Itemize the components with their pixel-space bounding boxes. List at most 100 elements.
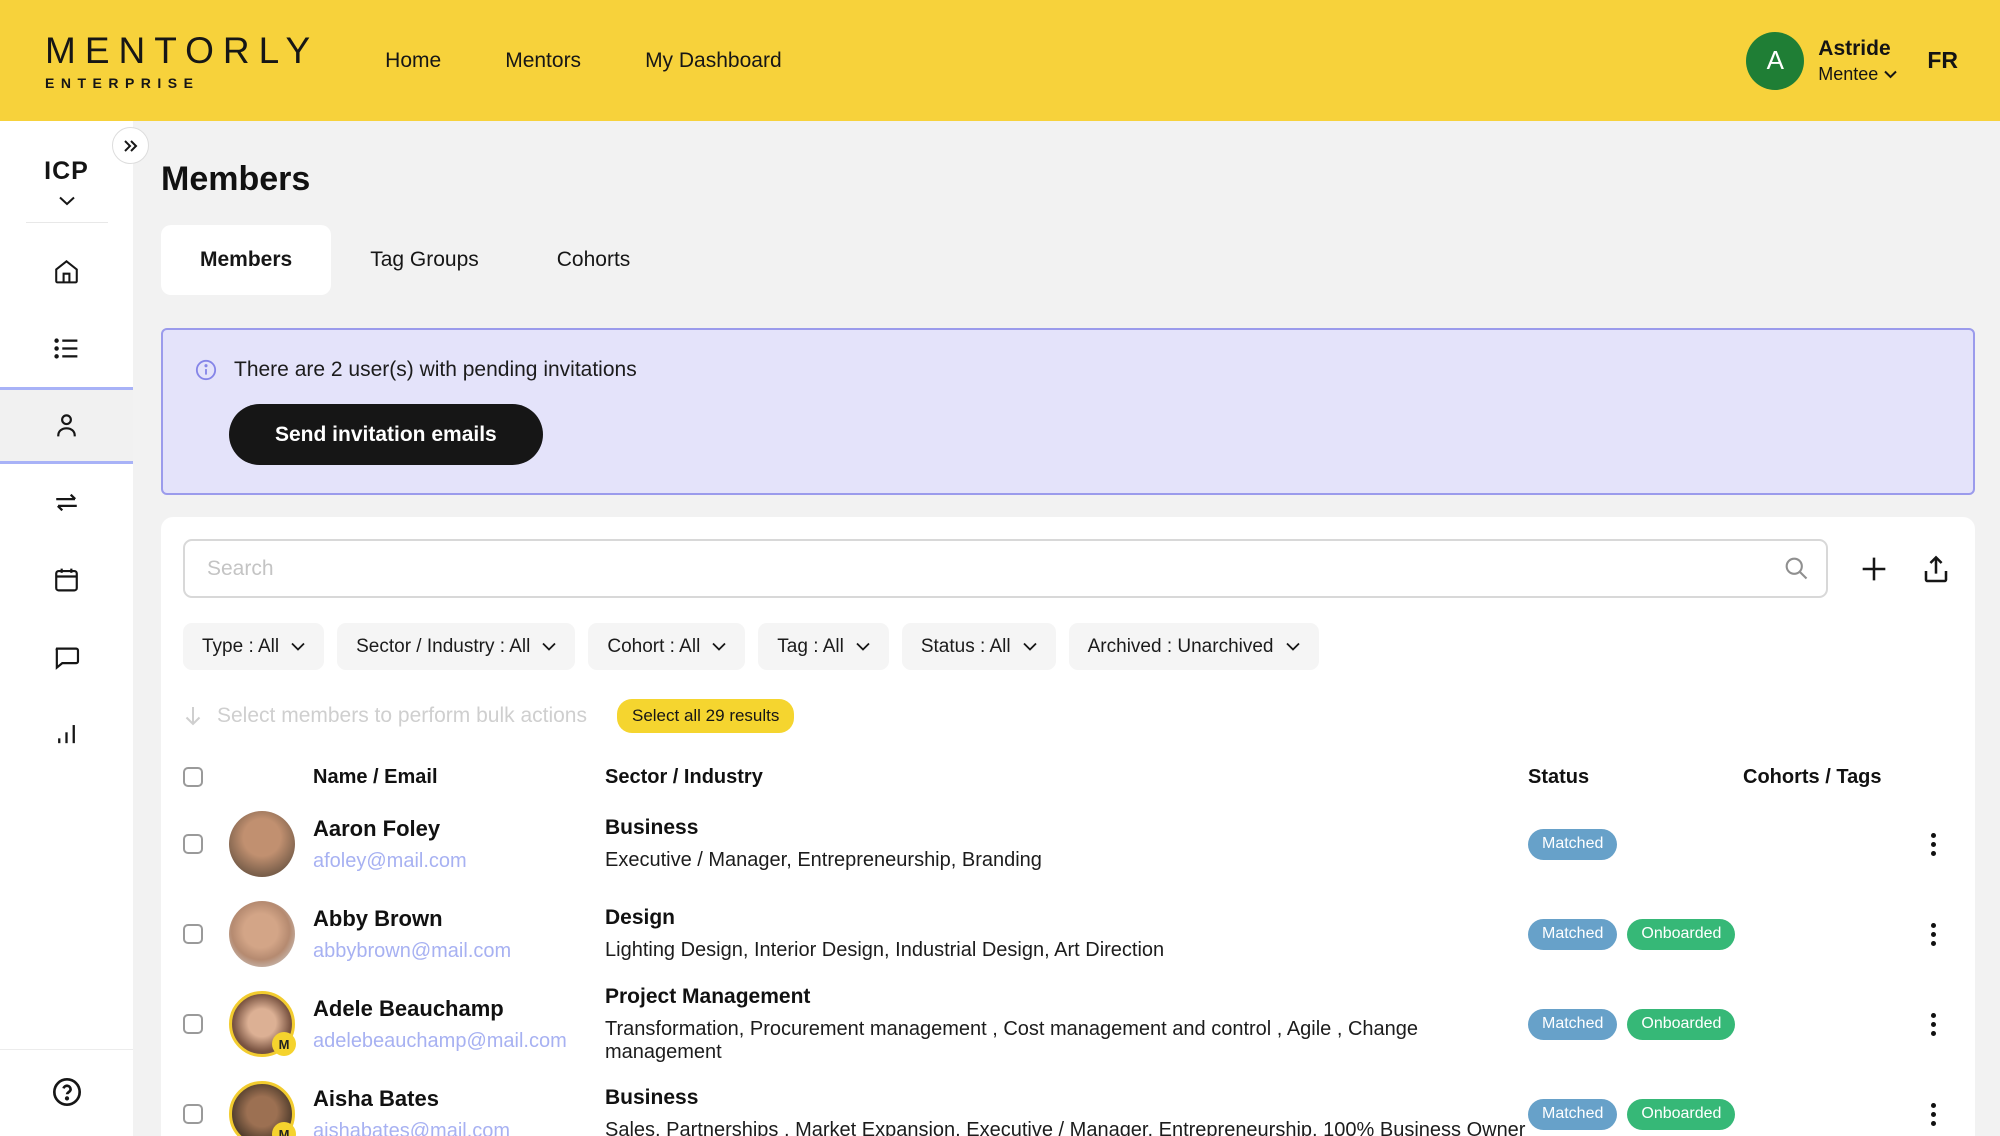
help-button[interactable] — [51, 1076, 83, 1108]
info-icon — [195, 359, 217, 381]
table-row: Abby Brown abbybrown@mail.com Design Lig… — [183, 889, 1953, 979]
tab-cohorts[interactable]: Cohorts — [518, 225, 670, 295]
sidebar-item-home[interactable] — [0, 233, 133, 310]
user-avatar[interactable]: A — [1746, 32, 1804, 90]
member-name: Aaron Foley — [313, 816, 605, 842]
add-member-button[interactable] — [1857, 552, 1891, 586]
filter-sector-label: Sector / Industry : All — [356, 636, 530, 658]
search-icon[interactable] — [1782, 554, 1810, 582]
status-badge-onboarded: Onboarded — [1627, 1009, 1735, 1040]
filter-archived-label: Archived : Unarchived — [1088, 636, 1274, 658]
row-actions-menu[interactable] — [1913, 829, 1953, 860]
member-email-link[interactable]: aishabates@mail.com — [313, 1120, 510, 1136]
tab-members[interactable]: Members — [161, 225, 331, 295]
role-label: Mentee — [1818, 64, 1878, 85]
home-icon — [52, 257, 81, 286]
member-industry-details: Executive / Manager, Entrepreneurship, B… — [605, 849, 1528, 872]
chevron-down-icon — [59, 196, 75, 206]
row-actions-menu[interactable] — [1913, 919, 1953, 950]
chat-bubble-icon — [52, 642, 81, 671]
member-avatar: M — [229, 991, 295, 1057]
top-navigation: Home Mentors My Dashboard — [385, 49, 781, 73]
row-actions-menu[interactable] — [1913, 1099, 1953, 1130]
person-icon — [52, 411, 81, 440]
role-dropdown[interactable]: Mentee — [1818, 64, 1897, 85]
tab-bar: Members Tag Groups Cohorts — [161, 225, 1975, 295]
header-status: Status — [1528, 766, 1743, 789]
mentorly-logo[interactable]: MENTORLY ENTERPRISE — [45, 32, 319, 90]
member-email-link[interactable]: abbybrown@mail.com — [313, 940, 511, 963]
status-badge-matched: Matched — [1528, 1099, 1617, 1130]
sidebar-item-list[interactable] — [0, 310, 133, 387]
sidebar-item-matching[interactable] — [0, 464, 133, 541]
list-icon — [52, 334, 81, 363]
member-avatar: M — [229, 1081, 295, 1136]
org-dropdown[interactable] — [59, 196, 75, 206]
filter-archived[interactable]: Archived : Unarchived — [1069, 623, 1319, 670]
mentorly-m-badge: M — [272, 1122, 296, 1136]
bulk-actions-row: Select members to perform bulk actions S… — [183, 699, 1953, 733]
member-name: Aisha Bates — [313, 1086, 605, 1112]
select-all-checkbox[interactable] — [183, 767, 203, 787]
member-avatar — [229, 901, 295, 967]
user-block: Astride Mentee — [1818, 37, 1897, 85]
sidebar-item-reports[interactable] — [0, 695, 133, 772]
chevron-down-icon — [712, 642, 726, 651]
sidebar-item-members[interactable] — [0, 387, 133, 464]
sidebar-divider — [26, 222, 108, 223]
table-body: Aaron Foley afoley@mail.com Business Exe… — [183, 799, 1953, 1136]
status-badge-matched: Matched — [1528, 919, 1617, 950]
nav-mentors[interactable]: Mentors — [505, 49, 581, 73]
members-table: Name / Email Sector / Industry Status Co… — [183, 755, 1953, 1136]
filter-sector-industry[interactable]: Sector / Industry : All — [337, 623, 575, 670]
top-bar: MENTORLY ENTERPRISE Home Mentors My Dash… — [0, 0, 2000, 121]
sidebar-bottom — [0, 1049, 133, 1136]
calendar-icon — [52, 565, 81, 594]
chevron-down-icon — [291, 642, 305, 651]
member-email-link[interactable]: adelebeauchamp@mail.com — [313, 1030, 567, 1053]
filter-status[interactable]: Status : All — [902, 623, 1056, 670]
filter-bar: Type : All Sector / Industry : All Cohor… — [183, 623, 1953, 670]
send-invitation-emails-button[interactable]: Send invitation emails — [229, 404, 543, 465]
filter-cohort-label: Cohort : All — [607, 636, 700, 658]
member-email-link[interactable]: afoley@mail.com — [313, 850, 467, 873]
member-sector: Business — [605, 816, 1528, 840]
help-circle-icon — [51, 1076, 83, 1108]
row-checkbox[interactable] — [183, 1014, 203, 1034]
status-badge-matched: Matched — [1528, 829, 1617, 860]
sidebar: ICP — [0, 121, 133, 1136]
filter-cohort[interactable]: Cohort : All — [588, 623, 745, 670]
matching-arrows-icon — [52, 488, 81, 517]
table-row: M Adele Beauchamp adelebeauchamp@mail.co… — [183, 979, 1953, 1069]
top-right-area: A Astride Mentee FR — [1746, 32, 1958, 90]
mentorly-m-badge: M — [272, 1032, 296, 1056]
chevron-down-icon — [542, 642, 556, 651]
sidebar-item-messages[interactable] — [0, 618, 133, 695]
filter-tag[interactable]: Tag : All — [758, 623, 889, 670]
user-name: Astride — [1818, 37, 1897, 61]
row-checkbox[interactable] — [183, 924, 203, 944]
filter-type[interactable]: Type : All — [183, 623, 324, 670]
bulk-actions-hint: Select members to perform bulk actions — [183, 704, 587, 728]
sidebar-item-sessions[interactable] — [0, 541, 133, 618]
row-checkbox[interactable] — [183, 1104, 203, 1124]
language-switcher[interactable]: FR — [1927, 47, 1958, 74]
page-title: Members — [161, 160, 1975, 199]
nav-home[interactable]: Home — [385, 49, 441, 73]
org-name[interactable]: ICP — [44, 157, 89, 186]
select-all-results-button[interactable]: Select all 29 results — [617, 699, 794, 733]
tab-tag-groups[interactable]: Tag Groups — [331, 225, 518, 295]
sidebar-collapse-button[interactable] — [112, 127, 149, 164]
chevron-down-icon — [856, 642, 870, 651]
banner-message: There are 2 user(s) with pending invitat… — [234, 358, 637, 382]
filter-type-label: Type : All — [202, 636, 279, 658]
bar-chart-icon — [52, 719, 81, 748]
bulk-hint-text: Select members to perform bulk actions — [217, 704, 587, 728]
row-checkbox[interactable] — [183, 834, 203, 854]
member-avatar — [229, 811, 295, 877]
member-industry-details: Transformation, Procurement management ,… — [605, 1018, 1528, 1064]
search-input[interactable] — [183, 539, 1828, 598]
row-actions-menu[interactable] — [1913, 1009, 1953, 1040]
nav-my-dashboard[interactable]: My Dashboard — [645, 49, 782, 73]
export-button[interactable] — [1919, 552, 1953, 586]
